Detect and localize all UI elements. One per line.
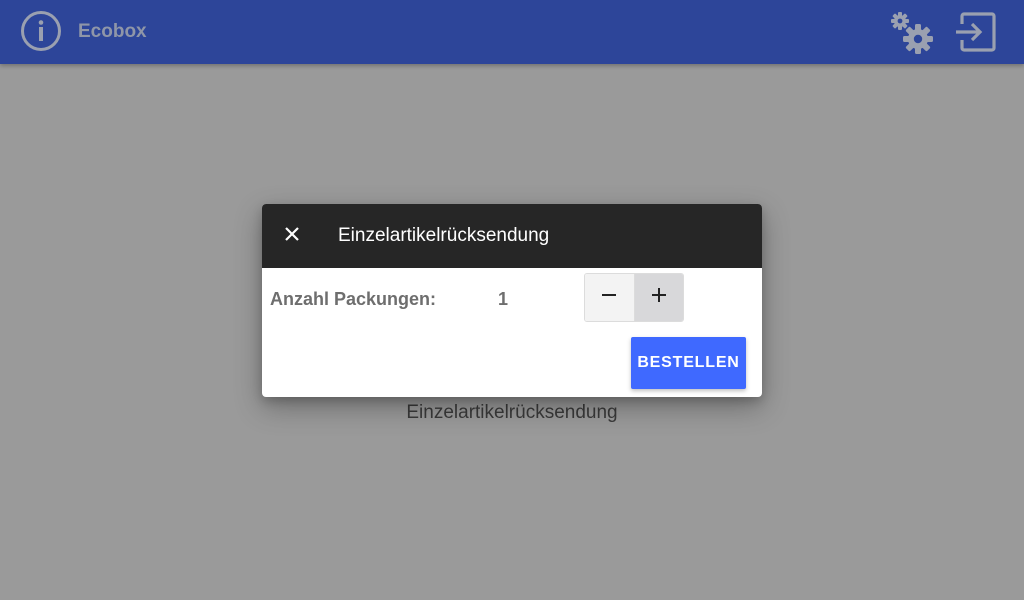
quantity-label: Anzahl Packungen: (270, 289, 437, 309)
info-icon (20, 10, 62, 57)
close-button[interactable] (276, 220, 308, 252)
dialog-title: Einzelartikelrücksendung (338, 225, 550, 246)
dialog-header: Einzelartikelrücksendung (262, 204, 762, 268)
logout-button[interactable] (952, 10, 998, 54)
app-bar: Ecobox (0, 0, 1024, 64)
close-icon (283, 225, 301, 248)
return-dialog: Einzelartikelrücksendung Anzahl Packunge… (262, 204, 762, 397)
plus-icon (651, 287, 667, 308)
quantity-stepper (584, 273, 684, 322)
quantity-value: 1 (498, 289, 509, 309)
page-label: Einzelartikelrücksendung (406, 402, 618, 423)
minus-icon (601, 287, 617, 308)
order-button[interactable]: BESTELLEN (631, 337, 746, 389)
logout-icon (952, 12, 998, 58)
settings-button[interactable] (888, 10, 936, 56)
settings-gears-icon (888, 12, 936, 60)
info-button[interactable] (20, 10, 62, 57)
app-title: Ecobox (78, 21, 147, 42)
increment-button[interactable] (634, 274, 683, 321)
decrement-button[interactable] (585, 274, 635, 321)
